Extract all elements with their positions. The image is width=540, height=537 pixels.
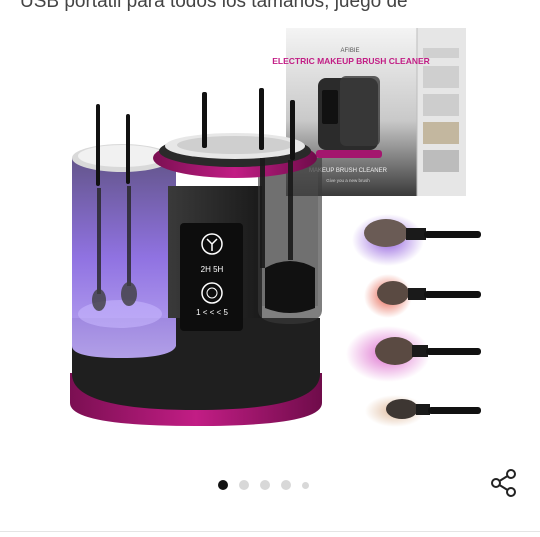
product-title: USB portátil para todos los tamaños, jue… [20,0,408,12]
makeup-brushes [346,214,481,427]
share-button[interactable] [486,465,522,501]
pager-dot-5[interactable] [302,481,309,489]
pager-dot-2[interactable] [239,480,249,490]
share-icon [491,469,516,497]
speed-labels: 1 < < < 5 [196,308,228,317]
box-tagline: Give you a new brush [326,178,370,183]
divider [0,531,540,532]
box-title: ELECTRIC MAKEUP BRUSH CLEANER [272,56,430,66]
image-pager [218,479,309,491]
pager-dot-1[interactable] [218,480,228,490]
pager-dot-3[interactable] [260,480,270,490]
product-image[interactable]: AFIBIE ELECTRIC MAKEUP BRUSH CLEANER MAK… [0,18,540,463]
box-brand: AFIBIE [340,48,359,54]
brush-cleaner-device: 2H 5H 1 < < < 5 [70,88,322,426]
pager-dot-4[interactable] [281,480,291,490]
timer-labels: 2H 5H [201,265,224,274]
